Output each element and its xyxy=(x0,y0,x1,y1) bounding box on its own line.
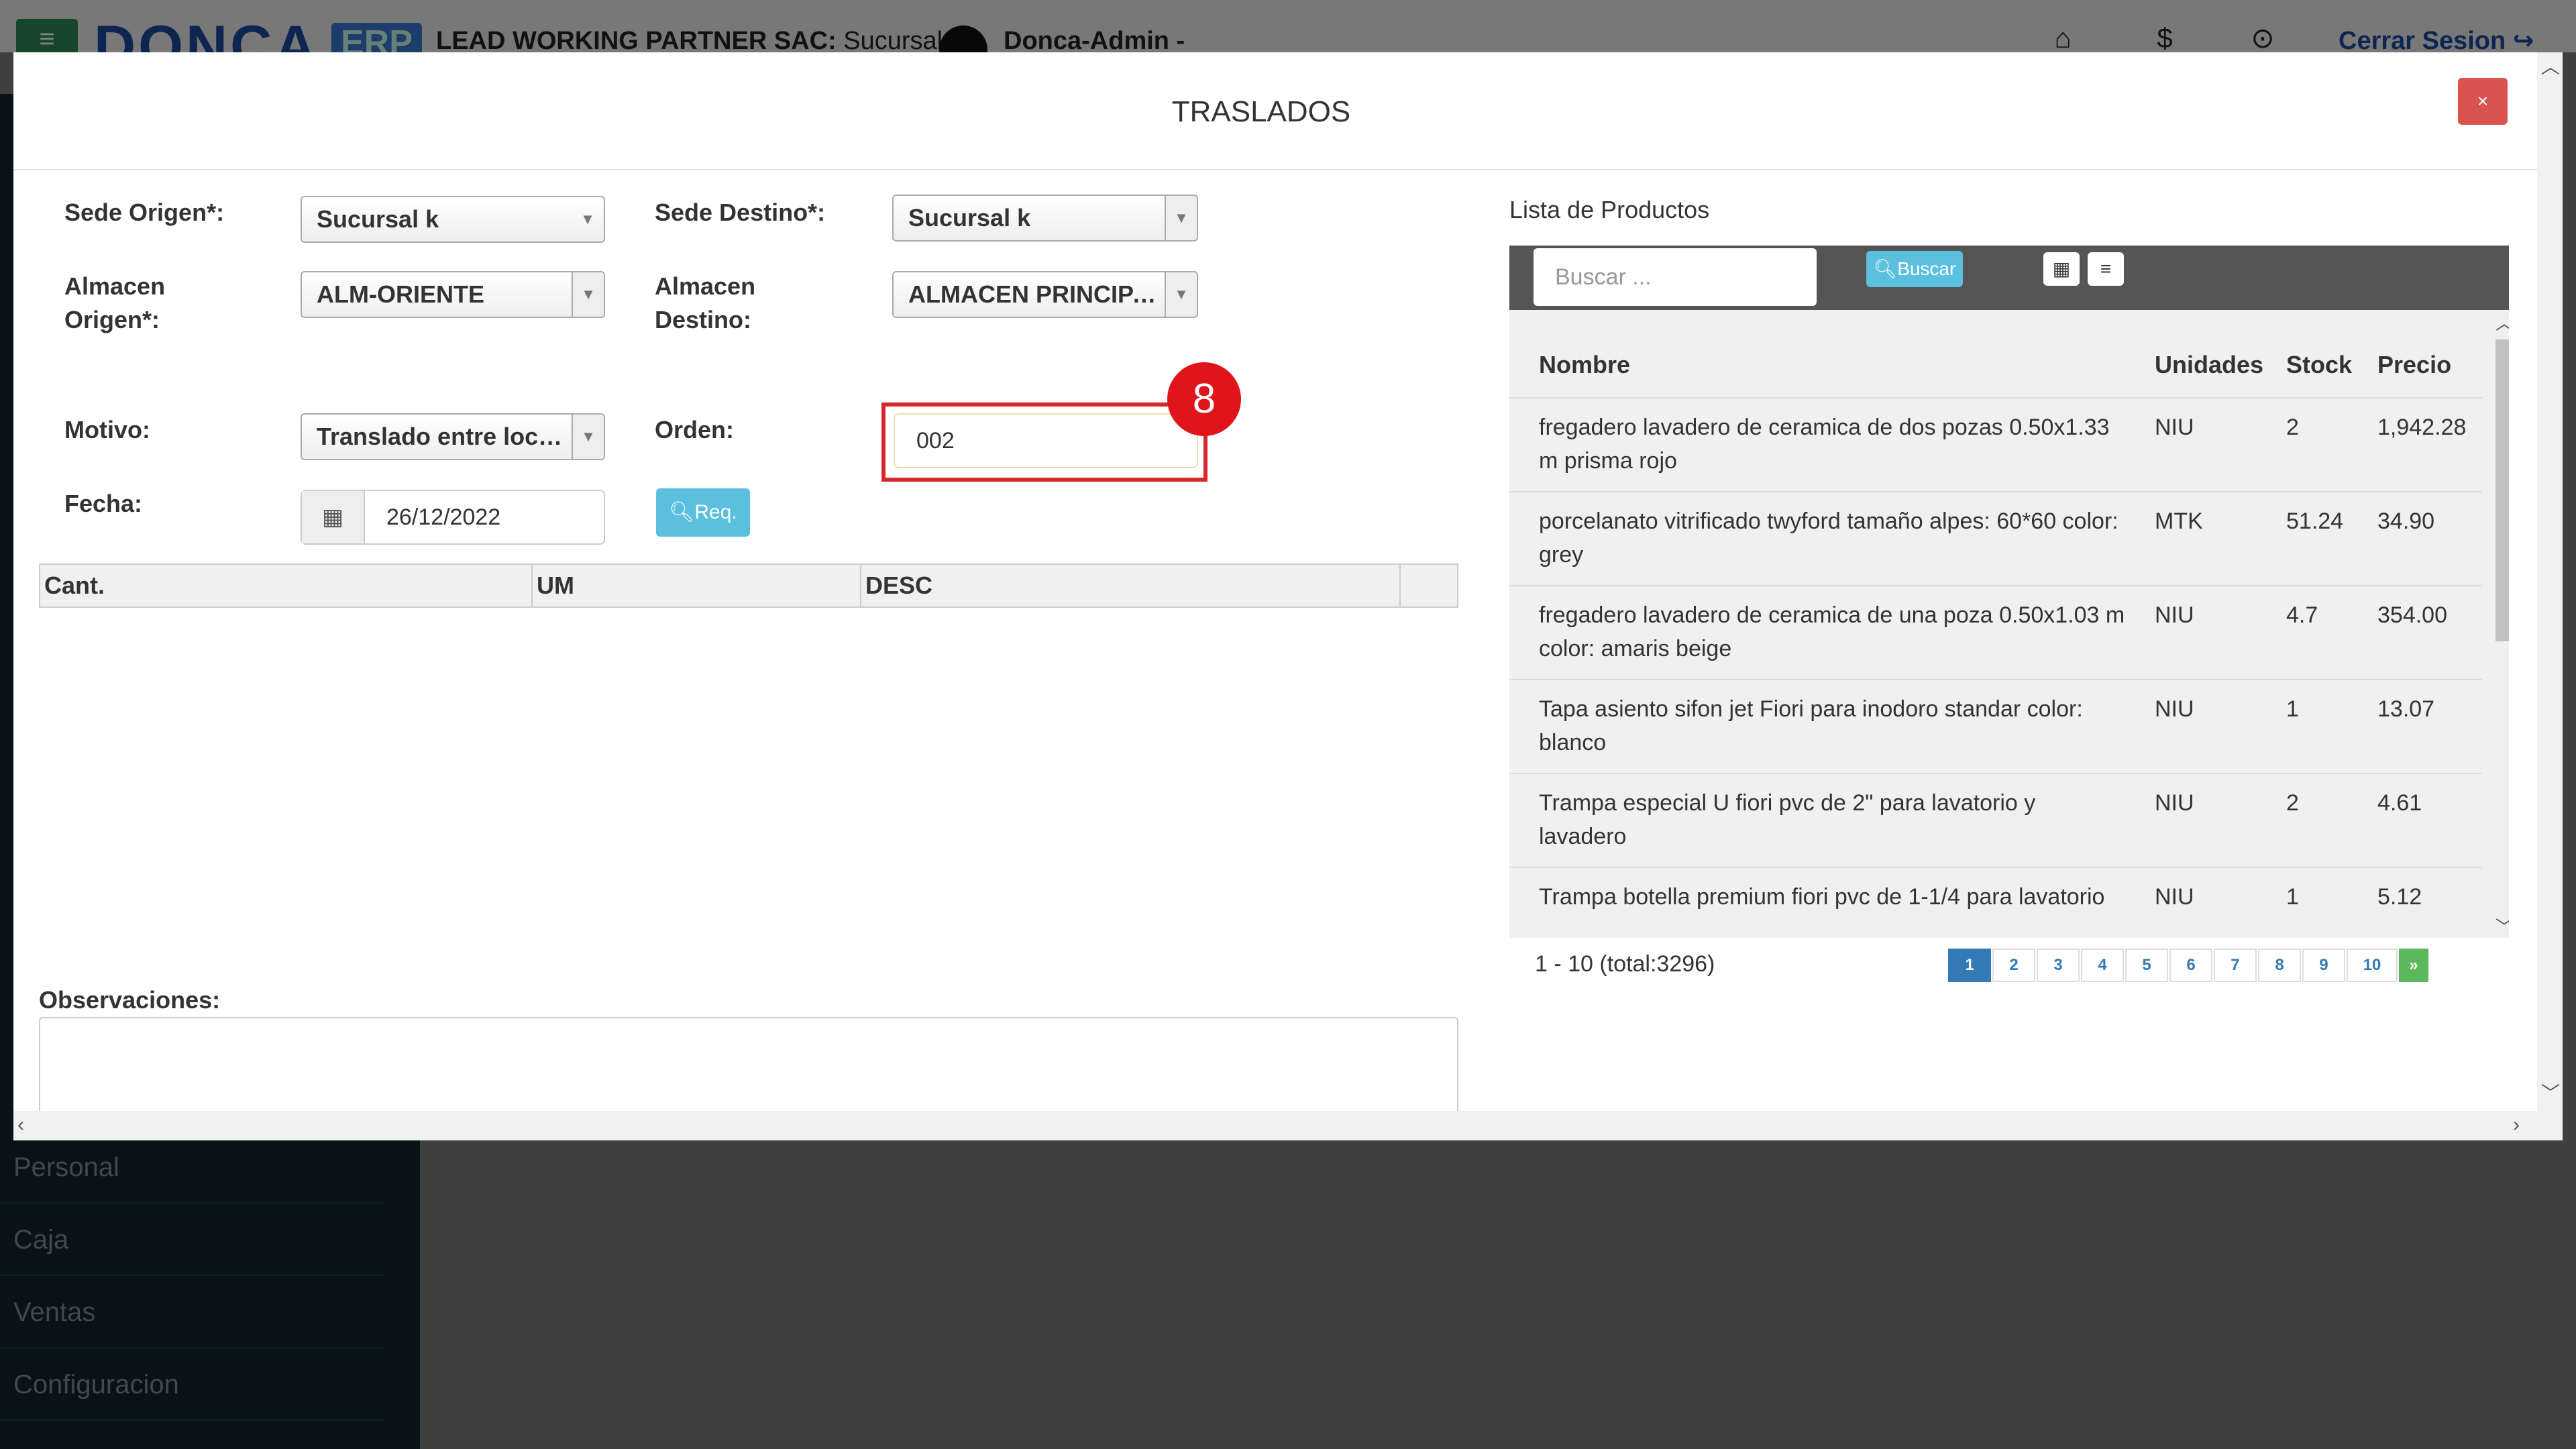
almacen-origen-select[interactable]: ALM-ORIENTE ▼ xyxy=(301,271,605,318)
column-precio: Precio xyxy=(2377,351,2452,378)
product-stock: 51.24 xyxy=(2286,508,2344,534)
chevron-up-icon[interactable]: ︿ xyxy=(2541,52,2560,79)
product-name: porcelanato vitrificado twyford tamaño a… xyxy=(1539,508,2118,568)
products-title: Lista de Productos xyxy=(1509,196,1710,223)
product-name: Trampa especial U fiori pvc de 2" para l… xyxy=(1539,790,2036,849)
product-unidades: NIU xyxy=(2155,790,2194,816)
page-next-button[interactable]: » xyxy=(2399,949,2428,982)
column-stock: Stock xyxy=(2286,351,2353,378)
req-button[interactable]: 🔍︎Req. xyxy=(656,488,750,537)
page-3[interactable]: 3 xyxy=(2037,949,2080,982)
modal-header: TRASLADOS × xyxy=(13,52,2563,170)
sede-origen-select[interactable]: Sucursal k ▼ xyxy=(301,196,605,243)
product-unidades: NIU xyxy=(2155,884,2194,910)
modal-horizontal-scrollbar[interactable]: ‹ › xyxy=(13,1111,2563,1140)
table-row[interactable]: Trampa botella premium fiori pvc de 1-1/… xyxy=(1509,868,2482,938)
column-cant: Cant. xyxy=(40,565,533,606)
page-8[interactable]: 8 xyxy=(2258,949,2301,982)
chevron-down-icon[interactable]: ﹀ xyxy=(2541,1079,2560,1106)
products-search-input[interactable]: Buscar ... xyxy=(1534,248,1817,306)
table-row[interactable]: Trampa especial U fiori pvc de 2" para l… xyxy=(1509,774,2482,868)
products-scrollbar[interactable]: ︿ ﹀ xyxy=(2496,310,2509,938)
product-precio: 5.12 xyxy=(2377,884,2422,910)
chevron-right-icon[interactable]: › xyxy=(2513,1114,2520,1136)
column-um: UM xyxy=(533,565,861,606)
pagination-info: 1 - 10 (total:3296) xyxy=(1535,951,1715,977)
product-precio: 1,942.28 xyxy=(2377,415,2467,440)
chevron-left-icon[interactable]: ‹ xyxy=(17,1114,24,1136)
product-name: Trampa botella premium fiori pvc de 1-1/… xyxy=(1539,884,2105,910)
table-row[interactable]: fregadero lavadero de ceramica de dos po… xyxy=(1509,398,2482,492)
product-precio: 34.90 xyxy=(2377,508,2435,534)
almacen-destino-select[interactable]: ALMACEN PRINCIPAL ▼ xyxy=(892,271,1198,318)
observaciones-label: Observaciones: xyxy=(39,986,221,1014)
product-name: fregadero lavadero de ceramica de una po… xyxy=(1539,602,2125,661)
chevron-down-icon: ▼ xyxy=(572,415,604,459)
step-badge: 8 xyxy=(1167,362,1241,436)
detail-grid-header: Cant. UM DESC xyxy=(39,564,1458,608)
product-stock: 1 xyxy=(2286,884,2299,910)
almacen-origen-label: Almacen Origen*: xyxy=(64,272,166,333)
column-nombre: Nombre xyxy=(1539,351,1631,378)
products-scrollbar-thumb[interactable] xyxy=(2496,339,2509,641)
grid-view-icon[interactable]: ▦ xyxy=(2043,252,2080,286)
product-stock: 1 xyxy=(2286,696,2299,722)
fecha-value: 26/12/2022 xyxy=(386,504,501,530)
traslados-modal: TRASLADOS × Sede Origen*: Sucursal k ▼ S… xyxy=(13,52,2563,1140)
modal-title: TRASLADOS xyxy=(1171,95,1351,128)
almacen-destino-label: Almacen Destino: xyxy=(655,272,756,333)
chevron-down-icon: ▼ xyxy=(1165,272,1197,317)
motivo-label: Motivo: xyxy=(64,416,150,443)
product-precio: 354.00 xyxy=(2377,602,2447,628)
products-toolbar: Buscar ... 🔍︎Buscar ▦ ≡ xyxy=(1509,246,2509,310)
search-icon: 🔍︎ xyxy=(1873,258,1898,279)
product-stock: 4.7 xyxy=(2286,602,2318,628)
product-name: Tapa asiento sifon jet Fiori para inodor… xyxy=(1539,696,2083,755)
product-unidades: MTK xyxy=(2155,508,2203,534)
table-row[interactable]: fregadero lavadero de ceramica de una po… xyxy=(1509,586,2482,680)
list-view-icon[interactable]: ≡ xyxy=(2088,252,2124,286)
fecha-input[interactable]: ▦ 26/12/2022 xyxy=(301,490,605,545)
product-unidades: NIU xyxy=(2155,415,2194,440)
sede-destino-select[interactable]: Sucursal k ▼ xyxy=(892,195,1198,241)
chevron-down-icon: ▼ xyxy=(1165,196,1197,240)
buscar-button[interactable]: 🔍︎Buscar xyxy=(1866,251,1963,287)
chevron-down-icon: ▼ xyxy=(580,211,595,227)
table-row[interactable]: Tapa asiento sifon jet Fiori para inodor… xyxy=(1509,680,2482,774)
products-table-header: Nombre Unidades Stock Precio xyxy=(1509,331,2482,398)
page-5[interactable]: 5 xyxy=(2125,949,2168,982)
modal-vertical-scrollbar[interactable]: ︿ ﹀ xyxy=(2537,52,2563,1111)
orden-label: Orden: xyxy=(655,416,735,443)
column-desc: DESC xyxy=(861,565,1401,606)
product-unidades: NIU xyxy=(2155,602,2194,628)
chevron-down-icon: ▼ xyxy=(572,272,604,317)
product-stock: 2 xyxy=(2286,790,2299,816)
product-precio: 13.07 xyxy=(2377,696,2435,722)
chevron-down-icon[interactable]: ﹀ xyxy=(2496,914,2509,938)
chevron-up-icon[interactable]: ︿ xyxy=(2496,310,2509,335)
product-precio: 4.61 xyxy=(2377,790,2422,816)
motivo-select[interactable]: Translado entre locales ▼ xyxy=(301,413,605,460)
page-1[interactable]: 1 xyxy=(1948,949,1991,982)
page-6[interactable]: 6 xyxy=(2169,949,2212,982)
page-9[interactable]: 9 xyxy=(2302,949,2345,982)
product-name: fregadero lavadero de ceramica de dos po… xyxy=(1539,415,2110,474)
fecha-label: Fecha: xyxy=(64,490,143,517)
page-7[interactable]: 7 xyxy=(2214,949,2257,982)
sede-destino-label: Sede Destino*: xyxy=(655,199,826,226)
column-unidades: Unidades xyxy=(2155,351,2264,378)
table-row[interactable]: porcelanato vitrificado twyford tamaño a… xyxy=(1509,492,2482,586)
observaciones-textarea[interactable] xyxy=(39,1017,1458,1120)
page-10[interactable]: 10 xyxy=(2347,949,2398,982)
page-4[interactable]: 4 xyxy=(2081,949,2124,982)
orden-input[interactable]: 002 xyxy=(894,413,1198,468)
search-icon: 🔍︎ xyxy=(669,501,695,523)
product-stock: 2 xyxy=(2286,415,2299,440)
product-unidades: NIU xyxy=(2155,696,2194,722)
close-button[interactable]: × xyxy=(2458,78,2508,125)
page-2[interactable]: 2 xyxy=(1992,949,2035,982)
sede-origen-label: Sede Origen*: xyxy=(64,199,225,226)
calendar-icon[interactable]: ▦ xyxy=(302,491,365,543)
products-table: Nombre Unidades Stock Precio fregadero l… xyxy=(1509,310,2509,938)
